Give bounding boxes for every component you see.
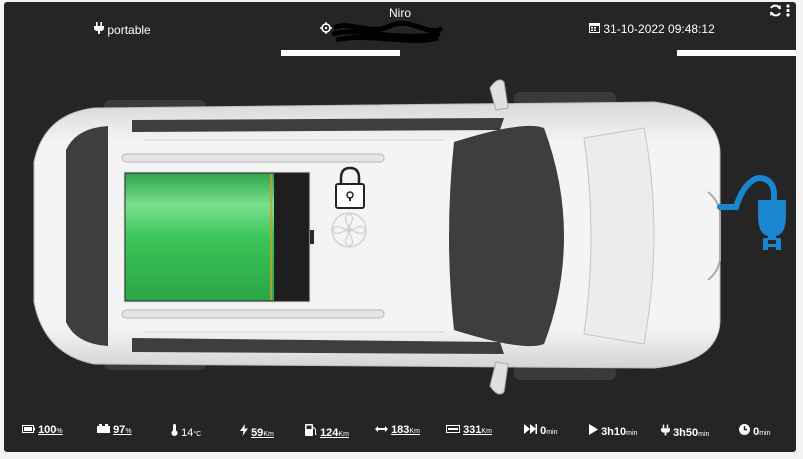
stat-fuel-range: 124Km — [305, 424, 349, 439]
stat-time-portable: 3h50min — [661, 424, 709, 439]
gauge-icon — [446, 424, 460, 436]
thermometer-icon — [171, 424, 178, 439]
plug-icon — [717, 174, 786, 250]
stat-range: 183Km — [375, 424, 420, 436]
car-battery-icon — [97, 424, 110, 436]
stat-time-normal: 3h10min — [589, 424, 637, 438]
vehicle-card: Niro portable 31-10-2022 09:48:12 100% 9… — [4, 2, 796, 452]
stat-time-fast: 0min — [524, 424, 557, 437]
stat-aux-battery: 97% — [97, 424, 132, 436]
vehicle-scene — [33, 79, 786, 395]
stat-charge-power: 59Km — [240, 424, 274, 439]
play-icon — [589, 424, 598, 438]
stat-temperature: 14°C — [171, 424, 201, 439]
arrows-horizontal-icon — [375, 424, 388, 436]
battery-charge-fill — [125, 173, 274, 301]
battery-pack — [123, 171, 314, 303]
stat-total-range: 331Km — [446, 424, 492, 436]
stat-time-other: 0min — [739, 424, 770, 438]
plug-small-icon — [661, 424, 670, 439]
battery-icon — [22, 424, 35, 436]
clock-icon — [739, 424, 750, 438]
stat-battery-soc: 100% — [22, 424, 63, 436]
fast-forward-icon — [524, 424, 537, 437]
fuel-pump-icon — [305, 424, 317, 439]
status-footer: 100% 97% 14°C 59Km 124Km 183Km 331Km 0mi… — [4, 424, 796, 442]
bolt-icon — [240, 424, 248, 439]
